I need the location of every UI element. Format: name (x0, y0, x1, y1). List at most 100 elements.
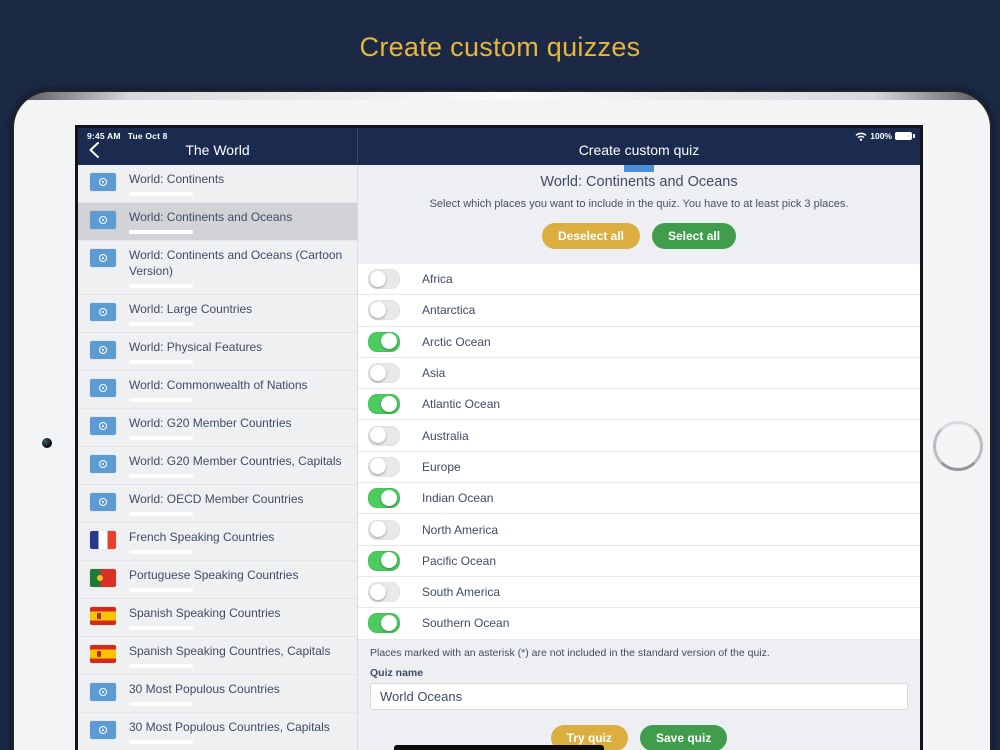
toggle-knob (381, 489, 397, 506)
flag-icon (90, 568, 116, 587)
toggle-knob (370, 521, 386, 538)
list-item[interactable]: World: Physical Features (78, 333, 357, 371)
place-row: South America (358, 577, 920, 609)
toggle-knob (381, 333, 397, 350)
place-row: North America (358, 514, 920, 546)
progress-bar (129, 321, 193, 326)
select-all-button[interactable]: Select all (652, 223, 737, 249)
place-label: Europe (422, 459, 461, 474)
quiz-label: World: Commonwealth of Nations (129, 377, 308, 392)
list-item[interactable]: World: G20 Member Countries, Capitals (78, 447, 357, 485)
progress-bar (129, 625, 193, 630)
flag-icon (90, 606, 116, 625)
place-label: Southern Ocean (422, 616, 510, 631)
quiz-label: Spanish Speaking Countries, Capitals (129, 643, 331, 658)
toggle-switch[interactable] (368, 550, 400, 571)
place-row: Indian Ocean (358, 483, 920, 515)
place-row: Antarctica (358, 295, 920, 327)
front-camera-icon (42, 438, 52, 448)
battery-icon (895, 132, 915, 140)
place-row: Pacific Ocean (358, 546, 920, 577)
quiz-label: World: Continents and Oceans (Cartoon Ve… (129, 248, 343, 278)
toggle-switch[interactable] (368, 394, 400, 415)
wifi-icon (855, 132, 867, 141)
progress-bar (129, 473, 193, 478)
deselect-all-button[interactable]: Deselect all (541, 223, 640, 249)
toggle-switch[interactable] (368, 331, 400, 352)
quiz-label: 30 Most Populous Countries (129, 681, 280, 696)
flag-icon (90, 302, 116, 321)
quiz-description: Select which places you want to include … (429, 198, 849, 210)
place-label: South America (422, 585, 501, 600)
toggle-knob (381, 552, 397, 569)
place-label: Pacific Ocean (422, 553, 497, 568)
list-item[interactable]: 30 Most Populous Countries (78, 675, 357, 713)
quiz-label: World: OECD Member Countries (129, 491, 304, 506)
list-item[interactable]: 30 Most Populous Countries, Capitals (78, 713, 357, 750)
list-item[interactable]: World: Continents and Oceans (Cartoon Ve… (78, 241, 357, 295)
toggle-knob (370, 583, 386, 600)
list-item[interactable]: World: OECD Member Countries (78, 485, 357, 523)
home-button[interactable] (933, 421, 983, 471)
quiz-label: World: Continents (129, 172, 225, 186)
list-item[interactable]: Spanish Speaking Countries, Capitals (78, 637, 357, 675)
flag-icon (90, 416, 116, 435)
flag-icon (90, 211, 116, 229)
place-row: Southern Ocean (358, 608, 920, 640)
place-label: Arctic Ocean (422, 334, 491, 349)
list-item[interactable]: Spanish Speaking Countries (78, 599, 357, 637)
sidebar: 9:45 AM Tue Oct 8 The World World: Contin… (78, 128, 358, 750)
list-item[interactable]: World: G20 Member Countries (78, 409, 357, 447)
progress-bar (129, 435, 193, 440)
flag-icon (90, 249, 116, 267)
app-screen: 9:45 AM Tue Oct 8 The World World: Contin… (78, 128, 920, 750)
toggle-switch[interactable] (368, 300, 400, 321)
progress-bar (129, 511, 193, 516)
quiz-label: World: G20 Member Countries, Capitals (129, 453, 342, 468)
place-row: Atlantic Ocean (358, 389, 920, 421)
quiz-label: French Speaking Countries (129, 529, 275, 544)
toggle-switch[interactable] (368, 269, 400, 290)
toggle-switch[interactable] (368, 582, 400, 603)
status-time: 9:45 AM (87, 131, 121, 141)
save-quiz-button[interactable]: Save quiz (639, 724, 728, 750)
main-header: Create custom quiz 100% (358, 128, 920, 165)
quiz-label: World: Large Countries (129, 301, 253, 316)
progress-bar (129, 587, 193, 592)
status-date: Tue Oct 8 (127, 131, 168, 141)
status-bar-left: 9:45 AM Tue Oct 8 (87, 131, 168, 141)
toggle-knob (370, 301, 386, 318)
quiz-header-section: World: Continents and Oceans Select whic… (358, 165, 920, 264)
quiz-name-input[interactable] (370, 682, 908, 710)
main-title: Create custom quiz (578, 142, 700, 158)
quiz-footer-section: Places marked with an asterisk (*) are n… (358, 640, 920, 750)
list-item[interactable]: World: Continents (78, 165, 357, 203)
list-item[interactable]: World: Continents and Oceans (78, 203, 357, 241)
progress-bar (129, 663, 193, 668)
quiz-label: Spanish Speaking Countries (129, 605, 281, 620)
place-label: Australia (422, 428, 469, 443)
toggle-knob (381, 614, 397, 631)
place-row: Asia (358, 358, 920, 390)
toggle-knob (370, 364, 386, 381)
toggle-knob (370, 270, 386, 287)
flag-icon (90, 454, 116, 473)
page-title: Create custom quizzes (359, 32, 641, 62)
toggle-knob (370, 458, 386, 475)
toggle-switch[interactable] (368, 519, 400, 540)
list-item[interactable]: Portuguese Speaking Countries (78, 561, 357, 599)
list-item[interactable]: World: Large Countries (78, 295, 357, 333)
toggle-switch[interactable] (368, 488, 400, 509)
tab-indicator (624, 165, 654, 172)
toggle-switch[interactable] (368, 363, 400, 384)
list-item[interactable]: French Speaking Countries (78, 523, 357, 561)
progress-bar (129, 739, 193, 744)
place-label: Atlantic Ocean (422, 397, 501, 412)
flag-icon (90, 530, 116, 549)
list-item[interactable]: World: Commonwealth of Nations (78, 371, 357, 409)
quiz-list: World: Continents World: Continents and … (78, 165, 358, 750)
toggle-switch[interactable] (368, 456, 400, 477)
toggle-switch[interactable] (368, 425, 400, 446)
flag-icon (90, 340, 116, 359)
toggle-switch[interactable] (368, 613, 400, 634)
